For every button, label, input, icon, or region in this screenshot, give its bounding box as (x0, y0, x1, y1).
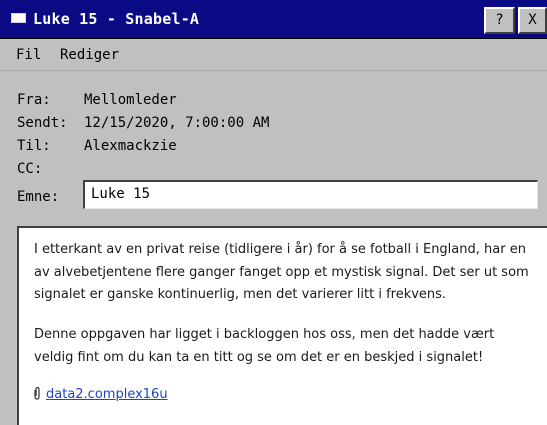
attachment[interactable]: data2.complex16u (33, 385, 168, 405)
from-value: Mellomleder (84, 92, 177, 108)
from-label: Fra: (17, 92, 51, 108)
menu-item-fil[interactable]: Fil (16, 47, 41, 63)
help-button[interactable]: ? (484, 7, 515, 34)
close-button[interactable]: X (518, 7, 547, 34)
window-title: Luke 15 - Snabel-A (33, 10, 200, 28)
message-paragraph: I etterkant av en privat reise (tidliger… (34, 242, 529, 302)
cc-label: CC: (17, 161, 43, 177)
menu-bar: Fil Rediger (0, 39, 547, 71)
to-label: Til: (17, 138, 51, 154)
sent-value: 12/15/2020, 7:00:00 AM (84, 115, 270, 131)
menu-item-rediger[interactable]: Rediger (60, 47, 119, 63)
window-icon (11, 13, 26, 23)
subject-field[interactable]: Luke 15 (83, 180, 538, 209)
message-paragraph: Denne oppgaven har ligget i backloggen h… (34, 327, 495, 365)
attachment-link[interactable]: data2.complex16u (46, 387, 168, 402)
to-value: Alexmackzie (84, 138, 177, 154)
title-bar[interactable]: Luke 15 - Snabel-A ? X (0, 0, 547, 39)
subject-label: Emne: (17, 189, 60, 205)
email-window: Luke 15 - Snabel-A ? X Fil Rediger Fra: … (0, 0, 547, 425)
paperclip-icon (34, 386, 40, 400)
sent-label: Sendt: (17, 115, 68, 131)
